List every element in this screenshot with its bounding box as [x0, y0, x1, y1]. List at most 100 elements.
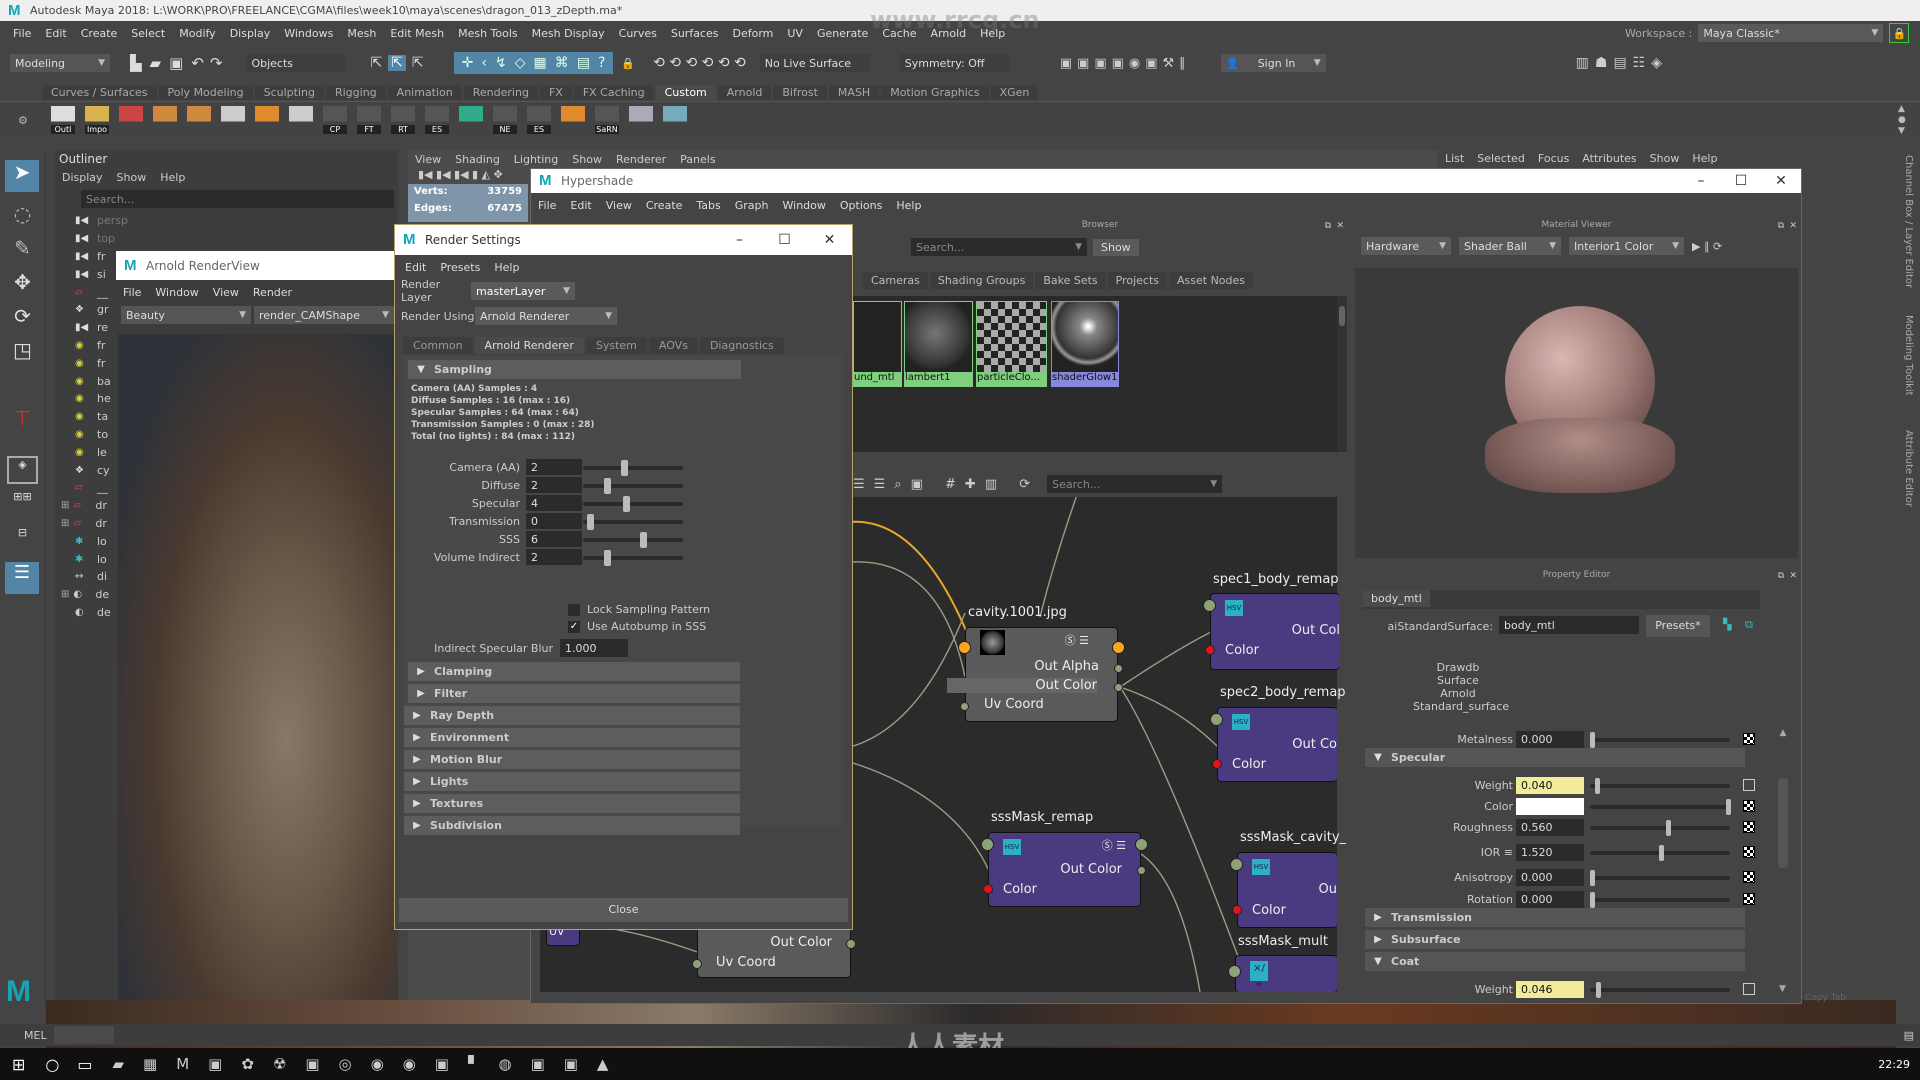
- outliner-menu-show[interactable]: Show: [110, 171, 154, 184]
- sampling-slider[interactable]: [583, 550, 683, 566]
- menu-arnold[interactable]: Arnold: [924, 27, 974, 40]
- property-slider[interactable]: [1590, 982, 1730, 998]
- property-field[interactable]: [1516, 798, 1584, 815]
- menu-modify[interactable]: Modify: [172, 27, 222, 40]
- render-settings-close-button[interactable]: Close: [399, 898, 848, 922]
- hypershade-menu-file[interactable]: File: [531, 199, 563, 212]
- outliner-menu-help[interactable]: Help: [153, 171, 192, 184]
- aov-dropdown[interactable]: Beauty ▼: [121, 306, 251, 324]
- property-slider[interactable]: [1590, 892, 1730, 908]
- menu-cache[interactable]: Cache: [875, 27, 923, 40]
- slider-knob[interactable]: [1590, 870, 1595, 886]
- workspace-dropdown[interactable]: Maya Classic* ▼: [1698, 24, 1884, 42]
- move-tool-icon[interactable]: ✥: [5, 270, 40, 298]
- viewport-menu-panels[interactable]: Panels: [673, 153, 722, 166]
- ae-menu-help[interactable]: Help: [1692, 152, 1717, 165]
- four-view-icon[interactable]: ⊞⊞: [7, 490, 38, 520]
- slider-knob[interactable]: [603, 550, 611, 566]
- menu-select[interactable]: Select: [124, 27, 172, 40]
- sampling-field[interactable]: 4: [526, 495, 582, 511]
- mode-dropdown[interactable]: Modeling ▼: [10, 54, 110, 72]
- out-alpha-port[interactable]: [1114, 664, 1123, 673]
- node-spec2[interactable]: HSV Out Co Color: [1210, 707, 1337, 782]
- shelf-icon[interactable]: [459, 106, 483, 134]
- slider-knob[interactable]: [586, 514, 594, 530]
- command-language[interactable]: MEL: [24, 1029, 54, 1042]
- shelf-tab-xgen[interactable]: XGen: [990, 84, 1039, 100]
- sampling-slider[interactable]: [583, 460, 683, 476]
- input-port[interactable]: [1230, 858, 1243, 871]
- autobump-checkbox[interactable]: ✓: [568, 621, 580, 633]
- start-icon[interactable]: ⊞: [12, 1055, 25, 1074]
- two-view-icon[interactable]: ⊟: [7, 526, 38, 556]
- shelf-tab-motion-graphics[interactable]: Motion Graphics: [881, 84, 989, 100]
- slider-knob[interactable]: [1596, 982, 1602, 998]
- sampling-slider[interactable]: [583, 514, 683, 530]
- expand-icon[interactable]: ⊞: [61, 589, 69, 600]
- hypershade-menu-edit[interactable]: Edit: [563, 199, 598, 212]
- tab-common[interactable]: Common: [403, 336, 473, 354]
- script-editor-icon[interactable]: ▤: [1904, 1029, 1914, 1042]
- select-tool-icon[interactable]: ➤: [5, 160, 39, 192]
- color-port[interactable]: [1212, 759, 1222, 769]
- menu-edit[interactable]: Edit: [38, 27, 73, 40]
- shelf-icon[interactable]: Outl: [51, 106, 75, 134]
- task-view-icon[interactable]: ▭: [77, 1055, 92, 1074]
- viewport-menu-shading[interactable]: Shading: [448, 153, 507, 166]
- menu-generate[interactable]: Generate: [810, 27, 875, 40]
- snap-view-icon[interactable]: ▤: [577, 55, 590, 71]
- sampling-field[interactable]: 6: [526, 531, 582, 547]
- copy-tab-label[interactable]: Copy Tab: [1805, 993, 1846, 1003]
- shelf-icon[interactable]: [663, 106, 687, 134]
- map-checker-icon[interactable]: [1743, 800, 1755, 812]
- float-icon[interactable]: ⧉: [1325, 221, 1331, 231]
- paint-select-icon[interactable]: ✎: [5, 236, 40, 264]
- slider-knob[interactable]: [1666, 820, 1672, 836]
- browser-tab-asset-nodes[interactable]: Asset Nodes: [1169, 271, 1254, 289]
- node-sss-cavity[interactable]: HSV Ou Color: [1230, 852, 1337, 928]
- property-field[interactable]: 0.560: [1516, 819, 1584, 836]
- symmetry-field[interactable]: Symmetry: Off: [899, 54, 1010, 72]
- shelf-icon[interactable]: [561, 106, 585, 134]
- indirect-blur-field[interactable]: 1.000: [560, 639, 628, 657]
- ae-menu-list[interactable]: List: [1445, 152, 1464, 165]
- hypershade-menu-window[interactable]: Window: [776, 199, 833, 212]
- shelf-icon[interactable]: Impo: [85, 106, 109, 134]
- snap-surface-icon[interactable]: ▦: [534, 55, 547, 71]
- property-slider[interactable]: [1590, 732, 1730, 748]
- environment-dropdown[interactable]: Interior1 Color ▼: [1569, 237, 1684, 255]
- browser-tab-cameras[interactable]: Cameras: [863, 271, 928, 289]
- renderview-menu-view[interactable]: View: [206, 286, 246, 299]
- sampling-slider[interactable]: [583, 532, 683, 548]
- browser-tab-projects[interactable]: Projects: [1107, 271, 1168, 289]
- node-cavity[interactable]: Ⓢ ☰ Out Alpha Out Color Uv Coord: [947, 627, 1125, 722]
- browser-show-button[interactable]: Show: [1093, 238, 1139, 256]
- menu-edit-mesh[interactable]: Edit Mesh: [383, 27, 451, 40]
- property-slider[interactable]: [1590, 820, 1730, 836]
- browser-tab-shading-groups[interactable]: Shading Groups: [929, 271, 1034, 289]
- taskbar-apps[interactable]: ▰▦M▣✿☢▣◎◉◉▣▘◍▣▣▲: [113, 1055, 628, 1073]
- viewport-menu-view[interactable]: View: [408, 153, 448, 166]
- menu-windows[interactable]: Windows: [277, 27, 340, 40]
- sampling-field[interactable]: 2: [526, 477, 582, 493]
- viewport-menu-lighting[interactable]: Lighting: [507, 153, 565, 166]
- shelf-tab-rendering[interactable]: Rendering: [463, 84, 538, 100]
- new-scene-icon[interactable]: ▙: [130, 54, 142, 72]
- lock-icon[interactable]: 🔒: [1889, 23, 1910, 43]
- shelf-icon[interactable]: [187, 106, 211, 134]
- shelf-tab-sculpting[interactable]: Sculpting: [254, 84, 324, 100]
- sampling-field[interactable]: 0: [526, 513, 582, 529]
- sampling-slider[interactable]: [583, 478, 683, 494]
- viewport-menu-renderer[interactable]: Renderer: [609, 153, 673, 166]
- shelf-icon[interactable]: [221, 106, 245, 134]
- undo-icon[interactable]: ↶: [191, 54, 204, 72]
- menu-display[interactable]: Display: [223, 27, 278, 40]
- ae-menu-focus[interactable]: Focus: [1538, 152, 1569, 165]
- slider-knob[interactable]: [1659, 845, 1665, 861]
- out-color-port[interactable]: [846, 939, 856, 949]
- copy-tab-icon[interactable]: ⧉: [1745, 618, 1753, 632]
- color-port[interactable]: [1205, 645, 1215, 655]
- render-settings-menu-help[interactable]: Help: [487, 261, 526, 274]
- open-scene-icon[interactable]: ▰: [150, 54, 162, 72]
- shelf-icon[interactable]: FT: [357, 106, 381, 134]
